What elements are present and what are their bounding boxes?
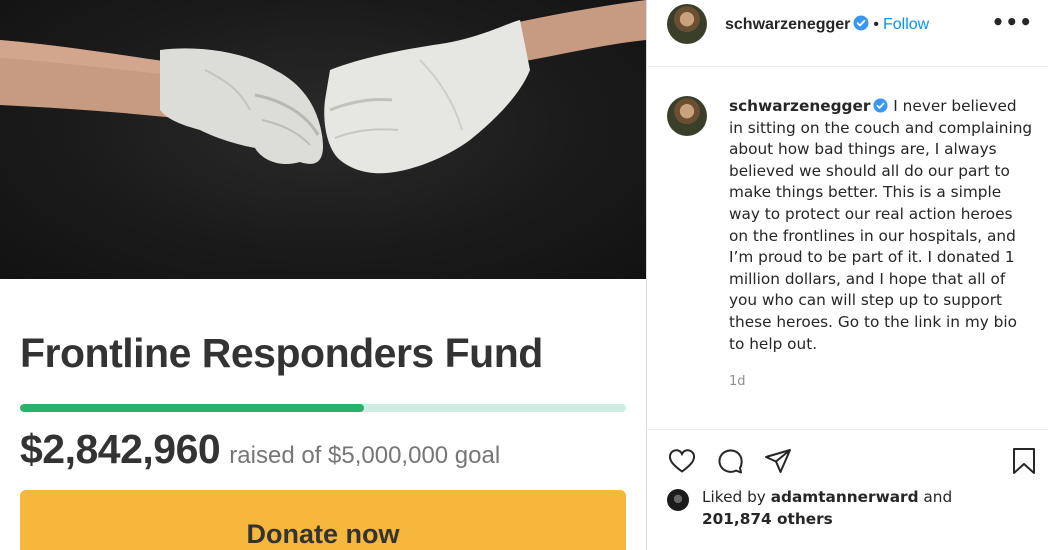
post-caption: schwarzenegger I never believed in sitti…	[729, 96, 1035, 355]
liked-and: and	[918, 488, 953, 506]
post-actions: Liked by adamtannerward and 201,874 other…	[647, 429, 1048, 550]
liker-username[interactable]: adamtannerward	[771, 488, 919, 506]
likes-text: Liked by adamtannerward and 201,874 other…	[702, 486, 1002, 530]
liked-by-prefix: Liked by	[702, 488, 771, 506]
amount-raised: $2,842,960	[20, 426, 221, 472]
bookmark-icon[interactable]	[1009, 446, 1039, 476]
post-timestamp[interactable]: 1d	[729, 374, 746, 389]
caption-username[interactable]: schwarzenegger	[729, 97, 870, 115]
verified-badge-icon	[873, 98, 888, 113]
post-header: schwarzenegger • Follow •••	[647, 0, 1048, 67]
post-media: Frontline Responders Fund $2,842,960 rai…	[0, 0, 646, 550]
header-user-row: schwarzenegger • Follow	[725, 14, 929, 34]
liker-avatar[interactable]	[667, 489, 689, 511]
share-icon[interactable]	[763, 446, 793, 476]
fundraising-progress-bar	[20, 404, 626, 412]
comment-icon[interactable]	[715, 446, 745, 476]
post-panel: schwarzenegger • Follow ••• schwarzenegger…	[646, 0, 1048, 550]
follow-button[interactable]: Follow	[883, 16, 929, 33]
progress-bar-fill	[20, 404, 365, 412]
caption-text: I never believed in sitting on the couch…	[729, 97, 1033, 353]
more-options-icon[interactable]: •••	[992, 10, 1033, 34]
header-separator: •	[873, 16, 879, 33]
verified-badge-icon	[853, 15, 869, 31]
profile-avatar[interactable]	[667, 4, 707, 44]
goal-text: raised of $5,000,000 goal	[229, 442, 501, 469]
likes-count-link[interactable]: 201,874 others	[702, 510, 833, 528]
fist-bump-photo	[0, 0, 646, 279]
amount-raised-row: $2,842,960 raised of $5,000,000 goal	[20, 426, 500, 473]
donate-now-button[interactable]: Donate now	[20, 490, 626, 550]
gloved-fist-bump-illustration	[0, 0, 646, 174]
header-username[interactable]: schwarzenegger	[725, 16, 850, 33]
heart-icon[interactable]	[667, 446, 697, 476]
caption-avatar[interactable]	[667, 96, 707, 136]
campaign-title: Frontline Responders Fund	[20, 330, 543, 376]
